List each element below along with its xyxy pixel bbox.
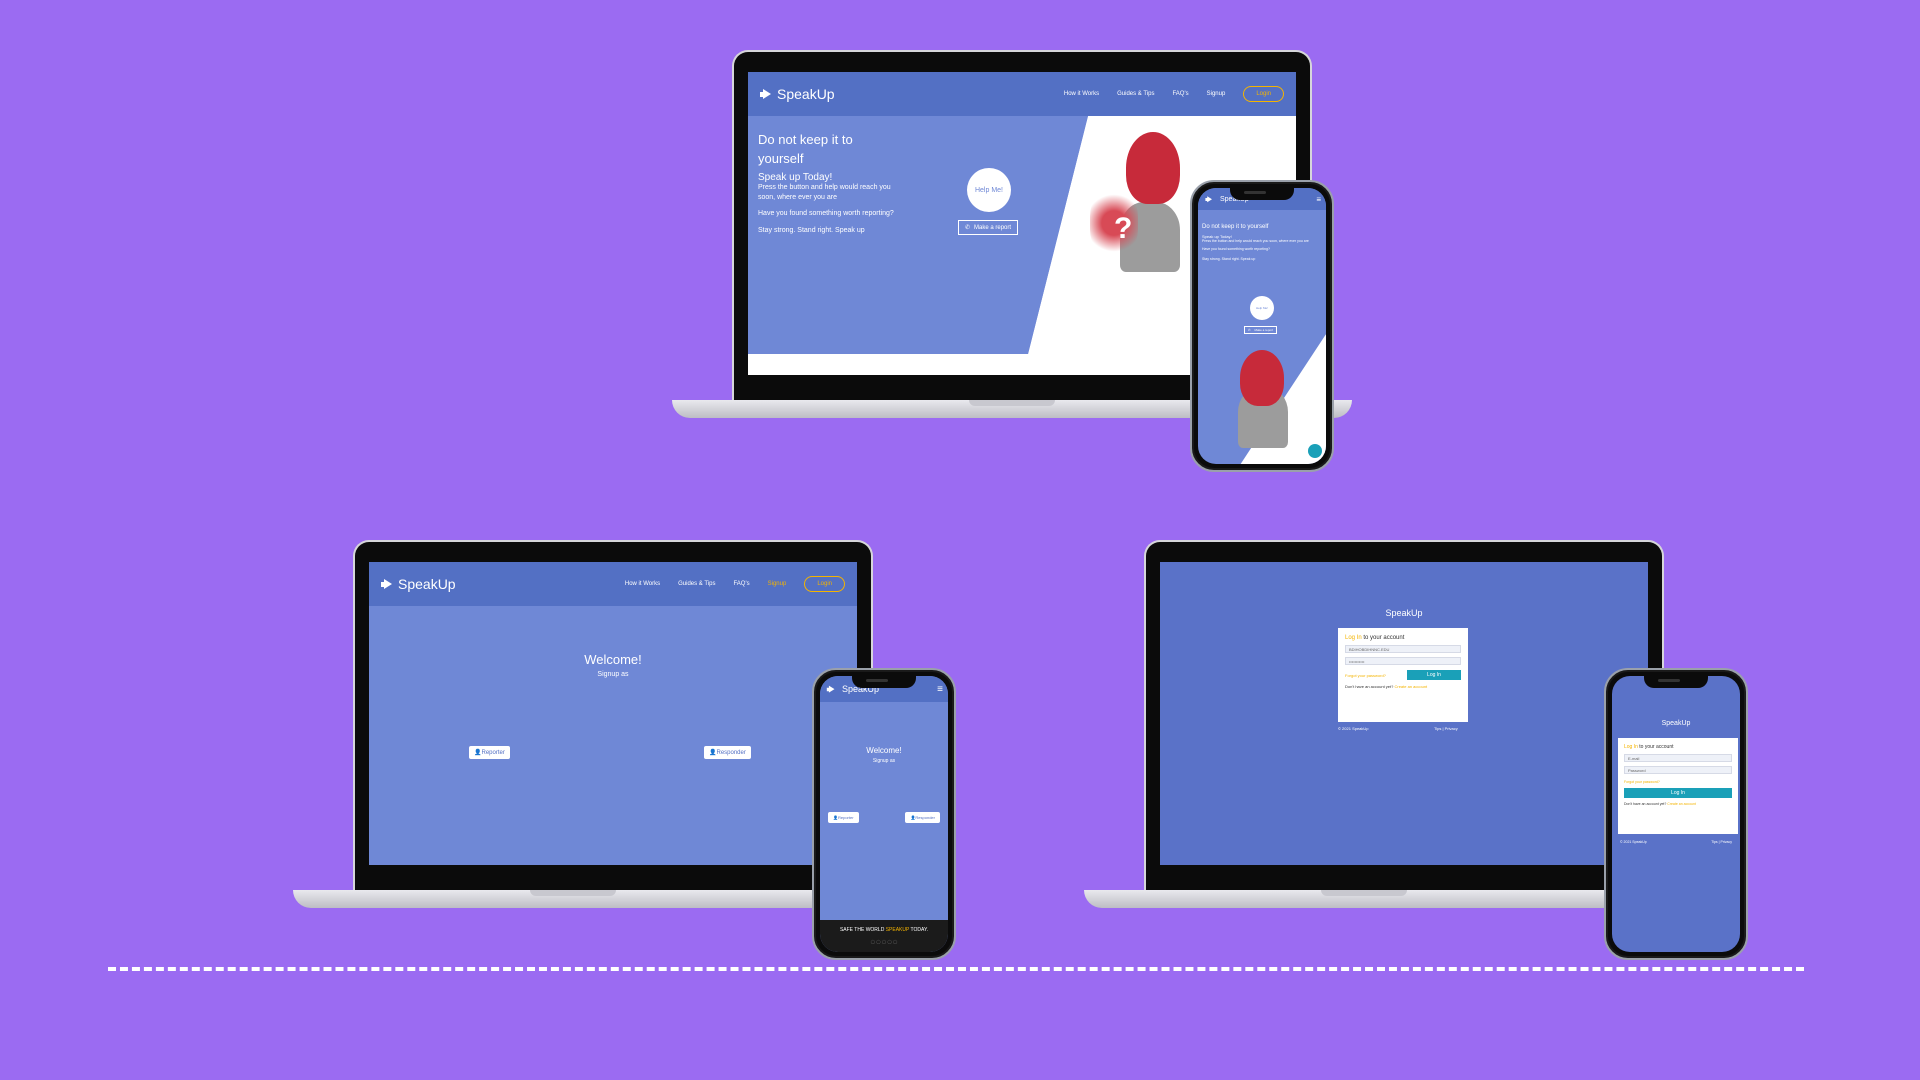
hero-heading: Do not keep it to yourself [1202, 224, 1269, 230]
nav-how-it-works[interactable]: How it Works [1064, 91, 1099, 97]
footer-links[interactable]: Tips | Privacy [1434, 726, 1458, 731]
navbar: SpeakUp How it Works Guides & Tips FAQ's… [748, 72, 1296, 116]
question-mark-icon: ? [1114, 212, 1133, 245]
hamburger-menu-icon[interactable]: ≡ [1316, 195, 1321, 204]
nav-guides[interactable]: Guides & Tips [678, 581, 715, 587]
hamburger-menu-icon[interactable]: ≡ [937, 684, 943, 695]
login-card-suffix: to your account [1361, 635, 1405, 641]
create-account-link[interactable]: Create an account [1667, 802, 1696, 806]
nav-faqs[interactable]: FAQ's [733, 581, 749, 587]
login-card-suffix: to your account [1637, 744, 1674, 750]
create-account-link[interactable]: Create an account [1394, 684, 1427, 689]
signup-subtitle: Signup as [872, 758, 896, 764]
login-title: SpeakUp [1385, 608, 1423, 618]
responder-button[interactable]: 👤Responder [704, 746, 751, 759]
reporter-label: Reporter [481, 750, 505, 756]
phone-landing-screen: SpeakUp ≡ Do not keep it to yourself Spe… [1198, 188, 1326, 464]
no-account-text: Don't have an account yet? [1345, 684, 1395, 689]
phone-login: SpeakUp Log In to your account E-mail Pa… [1604, 668, 1748, 960]
responder-button[interactable]: 👤Responder [905, 812, 940, 823]
welcome-title: Welcome! [866, 746, 902, 755]
hero-line-2: Have you found something worth reporting… [758, 210, 894, 217]
nav-faqs[interactable]: FAQ's [1172, 91, 1188, 97]
footer-text-end: TODAY. [909, 927, 929, 933]
woman-illustration-head [1126, 132, 1180, 204]
nav-login-button[interactable]: Login [1243, 86, 1284, 102]
login-card-heading: Log In to your account [1345, 635, 1461, 641]
dashed-divider [108, 967, 1804, 971]
footer-brand: SPEAKUP [885, 927, 910, 933]
social-icons[interactable]: ◯ ◯ ◯ ◯ ◯ [820, 939, 948, 944]
phone-signup-screen: SpeakUp ≡ Welcome! Signup as 👤Reporter 👤… [820, 676, 948, 952]
login-card-prefix: Log In [1624, 744, 1638, 750]
log-in-button[interactable]: Log In [1407, 670, 1461, 680]
nav-guides[interactable]: Guides & Tips [1117, 91, 1154, 97]
login-card-prefix: Log In [1345, 635, 1362, 641]
hero-line-3: Stay strong. Stand right. Speak up [758, 227, 865, 234]
nav-signup[interactable]: Signup [768, 581, 787, 587]
log-in-button[interactable]: Log In [1624, 788, 1732, 798]
hero-line-2: Have you found something worth reporting… [1202, 247, 1270, 251]
login-title: SpeakUp [1661, 720, 1691, 727]
megaphone-icon [826, 685, 835, 693]
phone-landing: SpeakUp ≡ Do not keep it to yourself Spe… [1190, 180, 1334, 472]
signup-subtitle: Signup as [597, 671, 629, 678]
no-account-text: Don't have an account yet? [1624, 802, 1668, 806]
megaphone-icon [760, 89, 772, 100]
hero-line-1: Press the button and help would reach yo… [758, 184, 891, 201]
copyright: © 2021 SpeakUp [1338, 726, 1369, 731]
hero-line-1: Press the button and help would reach yo… [1202, 239, 1309, 243]
phone-signup: SpeakUp ≡ Welcome! Signup as 👤Reporter 👤… [812, 668, 956, 960]
navbar: SpeakUp How it Works Guides & Tips FAQ's… [369, 562, 857, 606]
make-report-label: Make a report [974, 224, 1012, 231]
megaphone-icon [381, 579, 393, 590]
brand-logo[interactable]: SpeakUp [381, 576, 456, 592]
nav-how-it-works[interactable]: How it Works [625, 581, 660, 587]
email-field[interactable]: E-mail [1624, 754, 1732, 762]
password-field[interactable]: Password [1624, 766, 1732, 774]
chat-bubble-icon[interactable] [1308, 444, 1322, 458]
signup-screen: SpeakUp How it Works Guides & Tips FAQ's… [369, 562, 857, 865]
hero-heading: Do not keep it to yourself [758, 132, 853, 166]
footer-links[interactable]: Tips | Privacy [1711, 840, 1732, 844]
reporter-label: Reporter [837, 815, 854, 820]
nav-login-button[interactable]: Login [804, 576, 845, 592]
login-card: Log In to your account E-mail Password F… [1618, 738, 1738, 834]
email-field[interactable]: BDIHOBDIHNNC.EDU [1345, 645, 1461, 653]
phone-login-screen: SpeakUp Log In to your account E-mail Pa… [1612, 676, 1740, 952]
reporter-button[interactable]: 👤Reporter [469, 746, 510, 759]
footer-text: SAFE THE WORLD [839, 927, 886, 933]
help-me-button[interactable]: Help Me! [967, 168, 1011, 212]
make-report-button[interactable]: ✆ Make a report [958, 220, 1019, 235]
help-me-button[interactable]: Help Me! [1250, 296, 1274, 320]
password-field[interactable]: ••••••••••• [1345, 657, 1461, 665]
phone-icon: ✆ [965, 225, 971, 231]
forgot-password-link[interactable]: Forgot your password? [1345, 673, 1386, 678]
responder-label: Responder [915, 815, 935, 820]
hero-line-3: Stay strong. Stand right. Speak up [1202, 257, 1256, 261]
nav-signup[interactable]: Signup [1207, 91, 1226, 97]
hero-subheading: Speak up Today! [758, 172, 833, 183]
copyright: © 2021 SpeakUp [1620, 840, 1647, 844]
brand-name: SpeakUp [777, 86, 835, 102]
site-footer: SAFE THE WORLD SPEAKUP TODAY. ◯ ◯ ◯ ◯ ◯ [820, 920, 948, 952]
responder-label: Responder [716, 750, 746, 756]
login-screen: SpeakUp Log In to your account BDIHOBDIH… [1160, 562, 1648, 865]
brand-logo[interactable]: SpeakUp [760, 86, 835, 102]
woman-illustration [1240, 350, 1284, 406]
brand-name: SpeakUp [398, 576, 456, 592]
megaphone-icon [1205, 196, 1212, 203]
login-card: Log In to your account BDIHOBDIHNNC.EDU … [1338, 628, 1468, 722]
welcome-title: Welcome! [584, 652, 642, 667]
forgot-password-link[interactable]: Forgot your password? [1624, 780, 1732, 784]
reporter-button[interactable]: 👤Reporter [828, 812, 859, 823]
